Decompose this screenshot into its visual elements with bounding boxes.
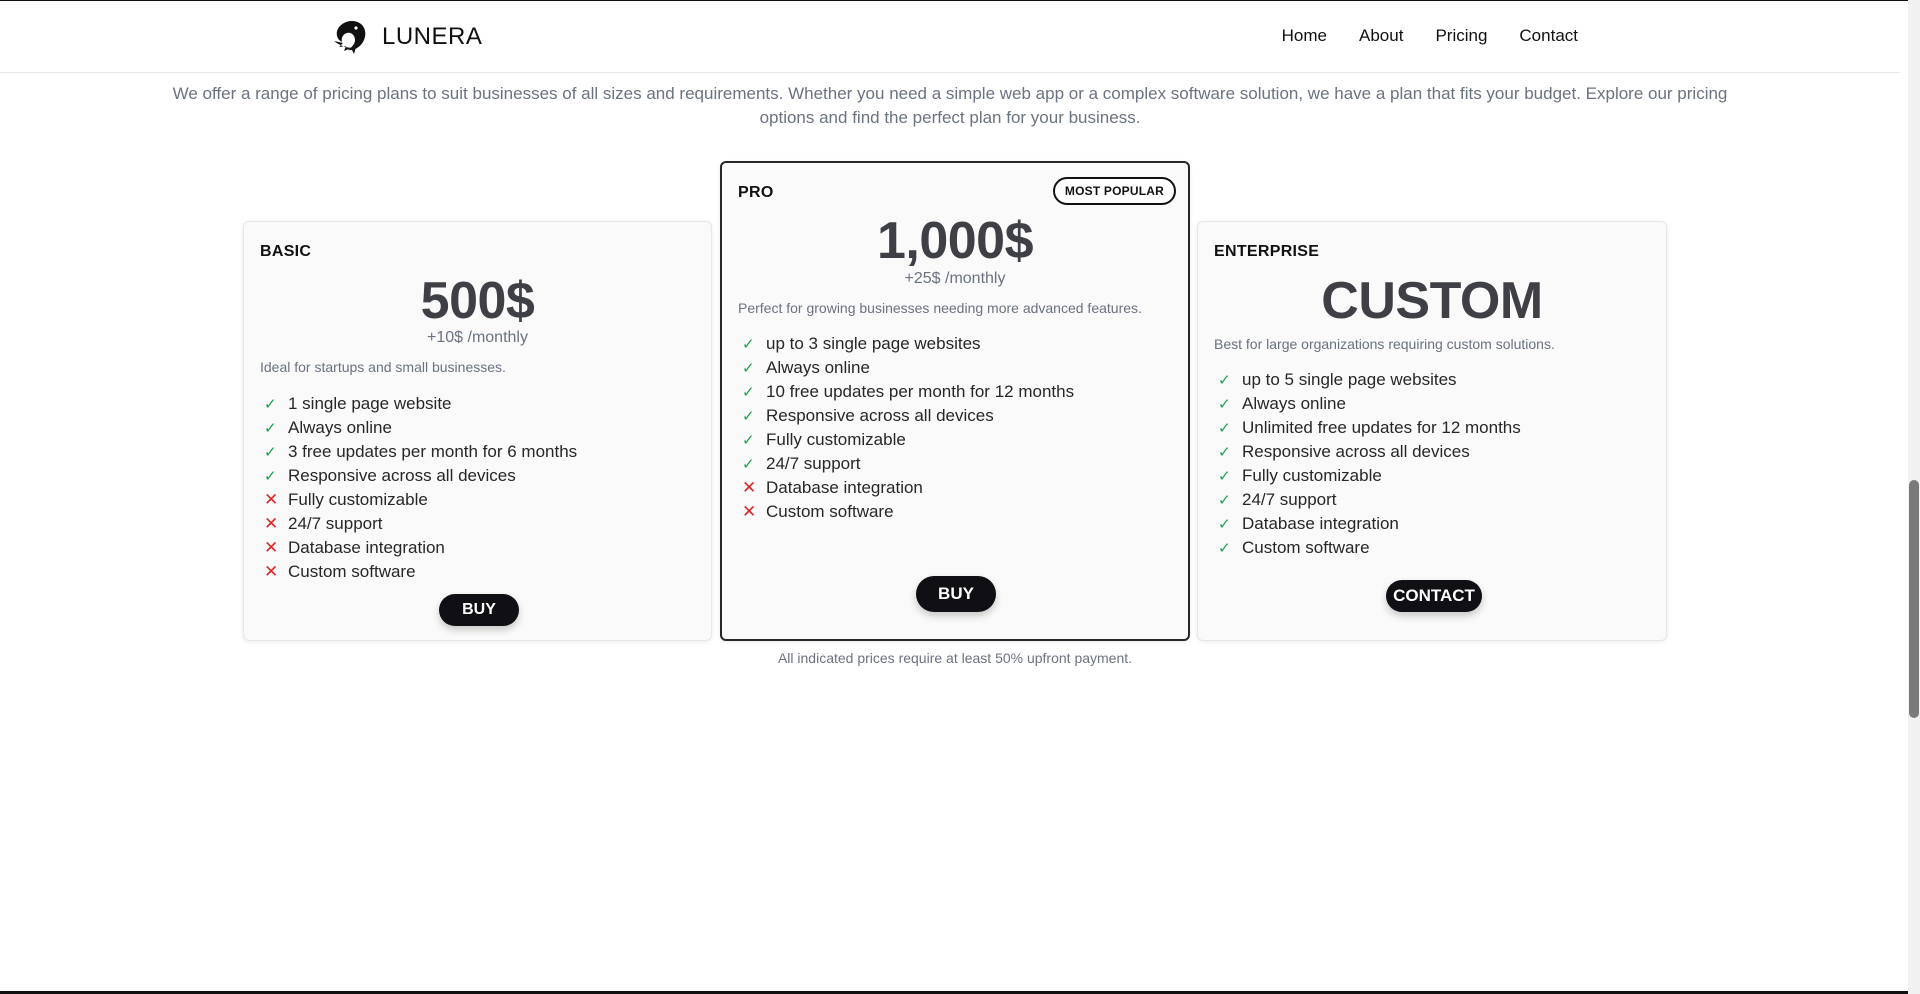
feature-item: ✕ Database integration [264, 538, 445, 557]
nav-about[interactable]: About [1359, 26, 1403, 46]
x-icon: ✕ [264, 514, 279, 533]
feature-item: ✓ 3 free updates per month for 6 months [264, 442, 578, 461]
feature-item: ✕ Custom software [742, 502, 894, 521]
check-icon: ✓ [742, 432, 755, 449]
scrollbar-thumb[interactable] [1909, 480, 1919, 718]
plan-name: ENTERPRISE [1214, 243, 1320, 260]
plan-description: Perfect for growing businesses needing m… [738, 300, 1142, 316]
plan-card-pro: PRO MOST POPULAR 1,000$ +25$ /monthly Pe… [720, 161, 1190, 641]
feature-item: ✓ Responsive across all devices [1218, 442, 1470, 461]
feature-list: ✓ up to 5 single page websites ✓ Always on… [1218, 368, 1521, 560]
check-icon: ✓ [742, 408, 755, 425]
check-icon: ✓ [742, 336, 755, 353]
brand[interactable]: LUNERA [330, 17, 482, 57]
buy-button-pro[interactable]: BUY [916, 576, 996, 612]
feature-item: ✕ Database integration [742, 478, 923, 497]
feature-item: ✓ Custom software [1218, 538, 1370, 557]
feature-item: ✕ 24/7 support [264, 514, 383, 533]
check-icon: ✓ [1218, 420, 1231, 437]
check-icon: ✓ [264, 396, 277, 413]
check-icon: ✓ [742, 384, 755, 401]
check-icon: ✓ [1218, 492, 1231, 509]
feature-item: ✕ Custom software [264, 562, 416, 581]
feature-list: ✓ up to 3 single page websites ✓ Always on… [742, 332, 1074, 524]
x-icon: ✕ [264, 562, 279, 581]
feature-item: ✓ Database integration [1218, 514, 1399, 533]
brand-name: LUNERA [382, 23, 483, 50]
feature-item: ✓ Unlimited free updates for 12 months [1218, 418, 1521, 437]
feature-item: ✓ 24/7 support [742, 454, 861, 473]
plan-price: 500$ [420, 272, 535, 330]
check-icon: ✓ [1218, 516, 1231, 533]
x-icon: ✕ [264, 538, 279, 557]
navbar: LUNERA Home About Pricing Contact [0, 1, 1900, 73]
feature-item: ✓ Fully customizable [742, 430, 906, 449]
plan-card-enterprise: ENTERPRISE CUSTOM Best for large organiz… [1197, 221, 1667, 641]
nav-home[interactable]: Home [1282, 26, 1327, 46]
x-icon: ✕ [742, 478, 757, 497]
check-icon: ✓ [742, 360, 755, 377]
bird-logo-icon [334, 21, 366, 54]
check-icon: ✓ [264, 420, 277, 437]
feature-item: ✓ Fully customizable [1218, 466, 1382, 485]
plan-description: Ideal for startups and small businesses. [260, 359, 506, 375]
feature-item: ✓ Responsive across all devices [742, 406, 994, 425]
check-icon: ✓ [1218, 372, 1231, 389]
feature-item: ✓ Always online [1218, 394, 1346, 413]
feature-item: ✓ 10 free updates per month for 12 months [742, 382, 1075, 401]
feature-item: ✓ up to 3 single page websites [742, 334, 981, 353]
check-icon: ✓ [264, 444, 277, 461]
plan-price: CUSTOM [1321, 272, 1543, 330]
nav-pricing[interactable]: Pricing [1435, 26, 1487, 46]
plan-name: PRO [738, 184, 774, 201]
check-icon: ✓ [742, 456, 755, 473]
x-icon: ✕ [742, 502, 757, 521]
payment-note: All indicated prices require at least 50… [777, 650, 1133, 666]
feature-item: ✓ 24/7 support [1218, 490, 1337, 509]
feature-item: ✓ 1 single page website [264, 394, 452, 413]
check-icon: ✓ [264, 468, 277, 485]
plan-name: BASIC [260, 243, 312, 260]
feature-list: ✓ 1 single page website ✓ Always online ✓ 3… [264, 392, 577, 584]
feature-item: ✓ Responsive across all devices [264, 466, 516, 485]
check-icon: ✓ [1218, 540, 1231, 557]
scrollbar[interactable] [1908, 0, 1920, 994]
feature-item: ✓ Always online [264, 418, 392, 437]
nav-contact[interactable]: Contact [1519, 26, 1578, 46]
check-icon: ✓ [1218, 468, 1231, 485]
plan-price: 1,000$ [876, 212, 1034, 270]
pricing-intro: We offer a range of pricing plans to sui… [172, 84, 1728, 127]
contact-button-enterprise[interactable]: CONTACT [1386, 580, 1482, 612]
plan-monthly: +25$ /monthly [904, 270, 1006, 287]
x-icon: ✕ [264, 490, 279, 509]
feature-item: ✕ Fully customizable [264, 490, 428, 509]
feature-item: ✓ up to 5 single page websites [1218, 370, 1457, 389]
plan-card-basic: BASIC 500$ +10$ /monthly Ideal for start… [243, 221, 712, 641]
buy-button-basic[interactable]: BUY [439, 594, 519, 626]
check-icon: ✓ [1218, 444, 1231, 461]
plan-monthly: +10$ /monthly [427, 329, 528, 346]
most-popular-badge: MOST POPULAR [1052, 177, 1176, 205]
check-icon: ✓ [1218, 396, 1231, 413]
feature-item: ✓ Always online [742, 358, 870, 377]
plan-description: Best for large organizations requiring c… [1214, 336, 1555, 352]
main-nav: Home About Pricing Contact [1282, 26, 1578, 46]
